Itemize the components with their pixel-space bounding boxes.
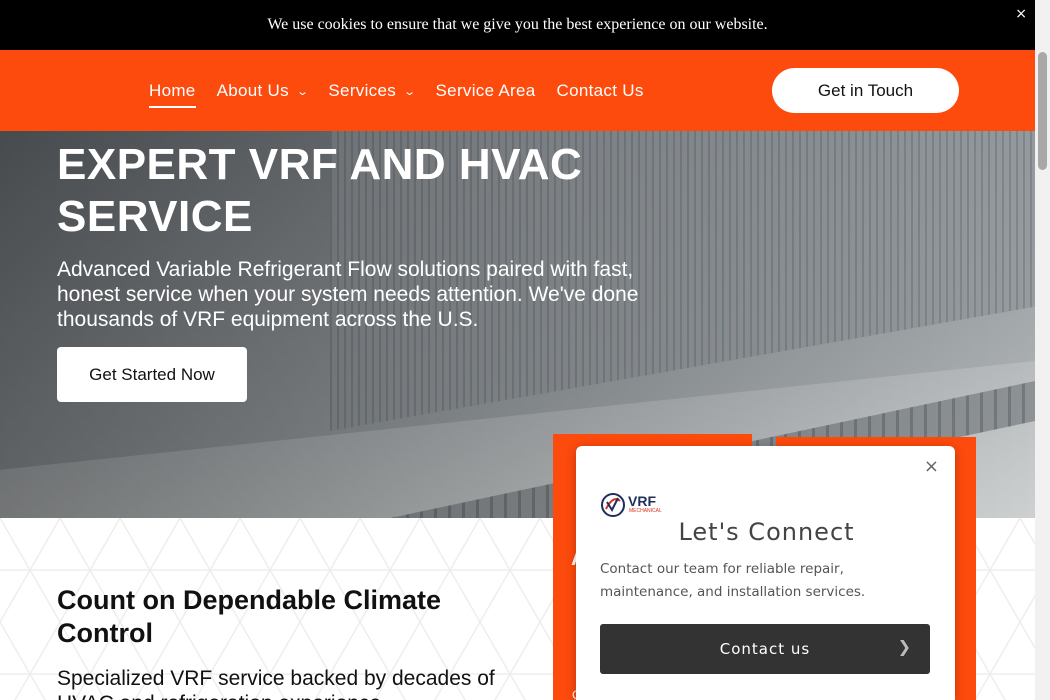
- section-subtitle: Specialized VRF service backed by decade…: [57, 667, 495, 700]
- nav-item-label: Service Area: [435, 81, 536, 100]
- page-scrollbar[interactable]: [1035, 0, 1050, 700]
- logo-subtext: MECHANICAL: [629, 508, 662, 514]
- main-navbar: Home About Us ⌄ Services ⌄ Service Area …: [0, 50, 1035, 131]
- contact-us-button[interactable]: Contact us ❯: [600, 624, 930, 674]
- logo-text: VRF: [628, 493, 656, 509]
- cookie-message: We use cookies to ensure that we give yo…: [267, 16, 768, 33]
- nav-item-about-us[interactable]: About Us ⌄: [216, 78, 310, 104]
- chevron-right-icon: ❯: [897, 637, 912, 656]
- cookie-banner: We use cookies to ensure that we give yo…: [0, 0, 1035, 50]
- nav-item-service-area[interactable]: Service Area: [436, 78, 536, 104]
- company-logo: VRF MECHANICAL: [601, 493, 662, 517]
- nav-item-services[interactable]: Services ⌄: [328, 78, 417, 104]
- hero-subtitle: Advanced Variable Refrigerant Flow solut…: [57, 258, 639, 331]
- nav-item-label: About Us: [216, 81, 289, 100]
- chevron-down-icon: ⌄: [295, 84, 310, 98]
- get-in-touch-button[interactable]: Get in Touch: [772, 68, 959, 113]
- contact-popup: × VRF MECHANICAL Let's Connect Contact o…: [576, 446, 955, 700]
- close-icon[interactable]: ×: [924, 456, 939, 477]
- nav-item-home[interactable]: Home: [149, 78, 196, 108]
- nav-item-contact-us[interactable]: Contact Us: [557, 78, 644, 104]
- hero-title: EXPERT VRF AND HVAC SERVICE: [57, 140, 583, 241]
- nav-menu: Home About Us ⌄ Services ⌄ Service Area …: [149, 78, 665, 108]
- contact-us-label: Contact us: [719, 640, 811, 658]
- scrollbar-thumb[interactable]: [1038, 52, 1047, 170]
- popup-description: Contact our team for reliable repair, ma…: [600, 561, 866, 600]
- close-icon[interactable]: ×: [1015, 6, 1027, 22]
- nav-item-label: Home: [149, 81, 196, 100]
- section-title: Count on Dependable Climate Control: [57, 585, 442, 648]
- chevron-down-icon: ⌄: [403, 84, 417, 98]
- get-started-button[interactable]: Get Started Now: [57, 347, 247, 402]
- nav-item-label: Contact Us: [556, 81, 644, 100]
- popup-title: Let's Connect: [678, 518, 855, 546]
- nav-item-label: Services: [328, 81, 397, 100]
